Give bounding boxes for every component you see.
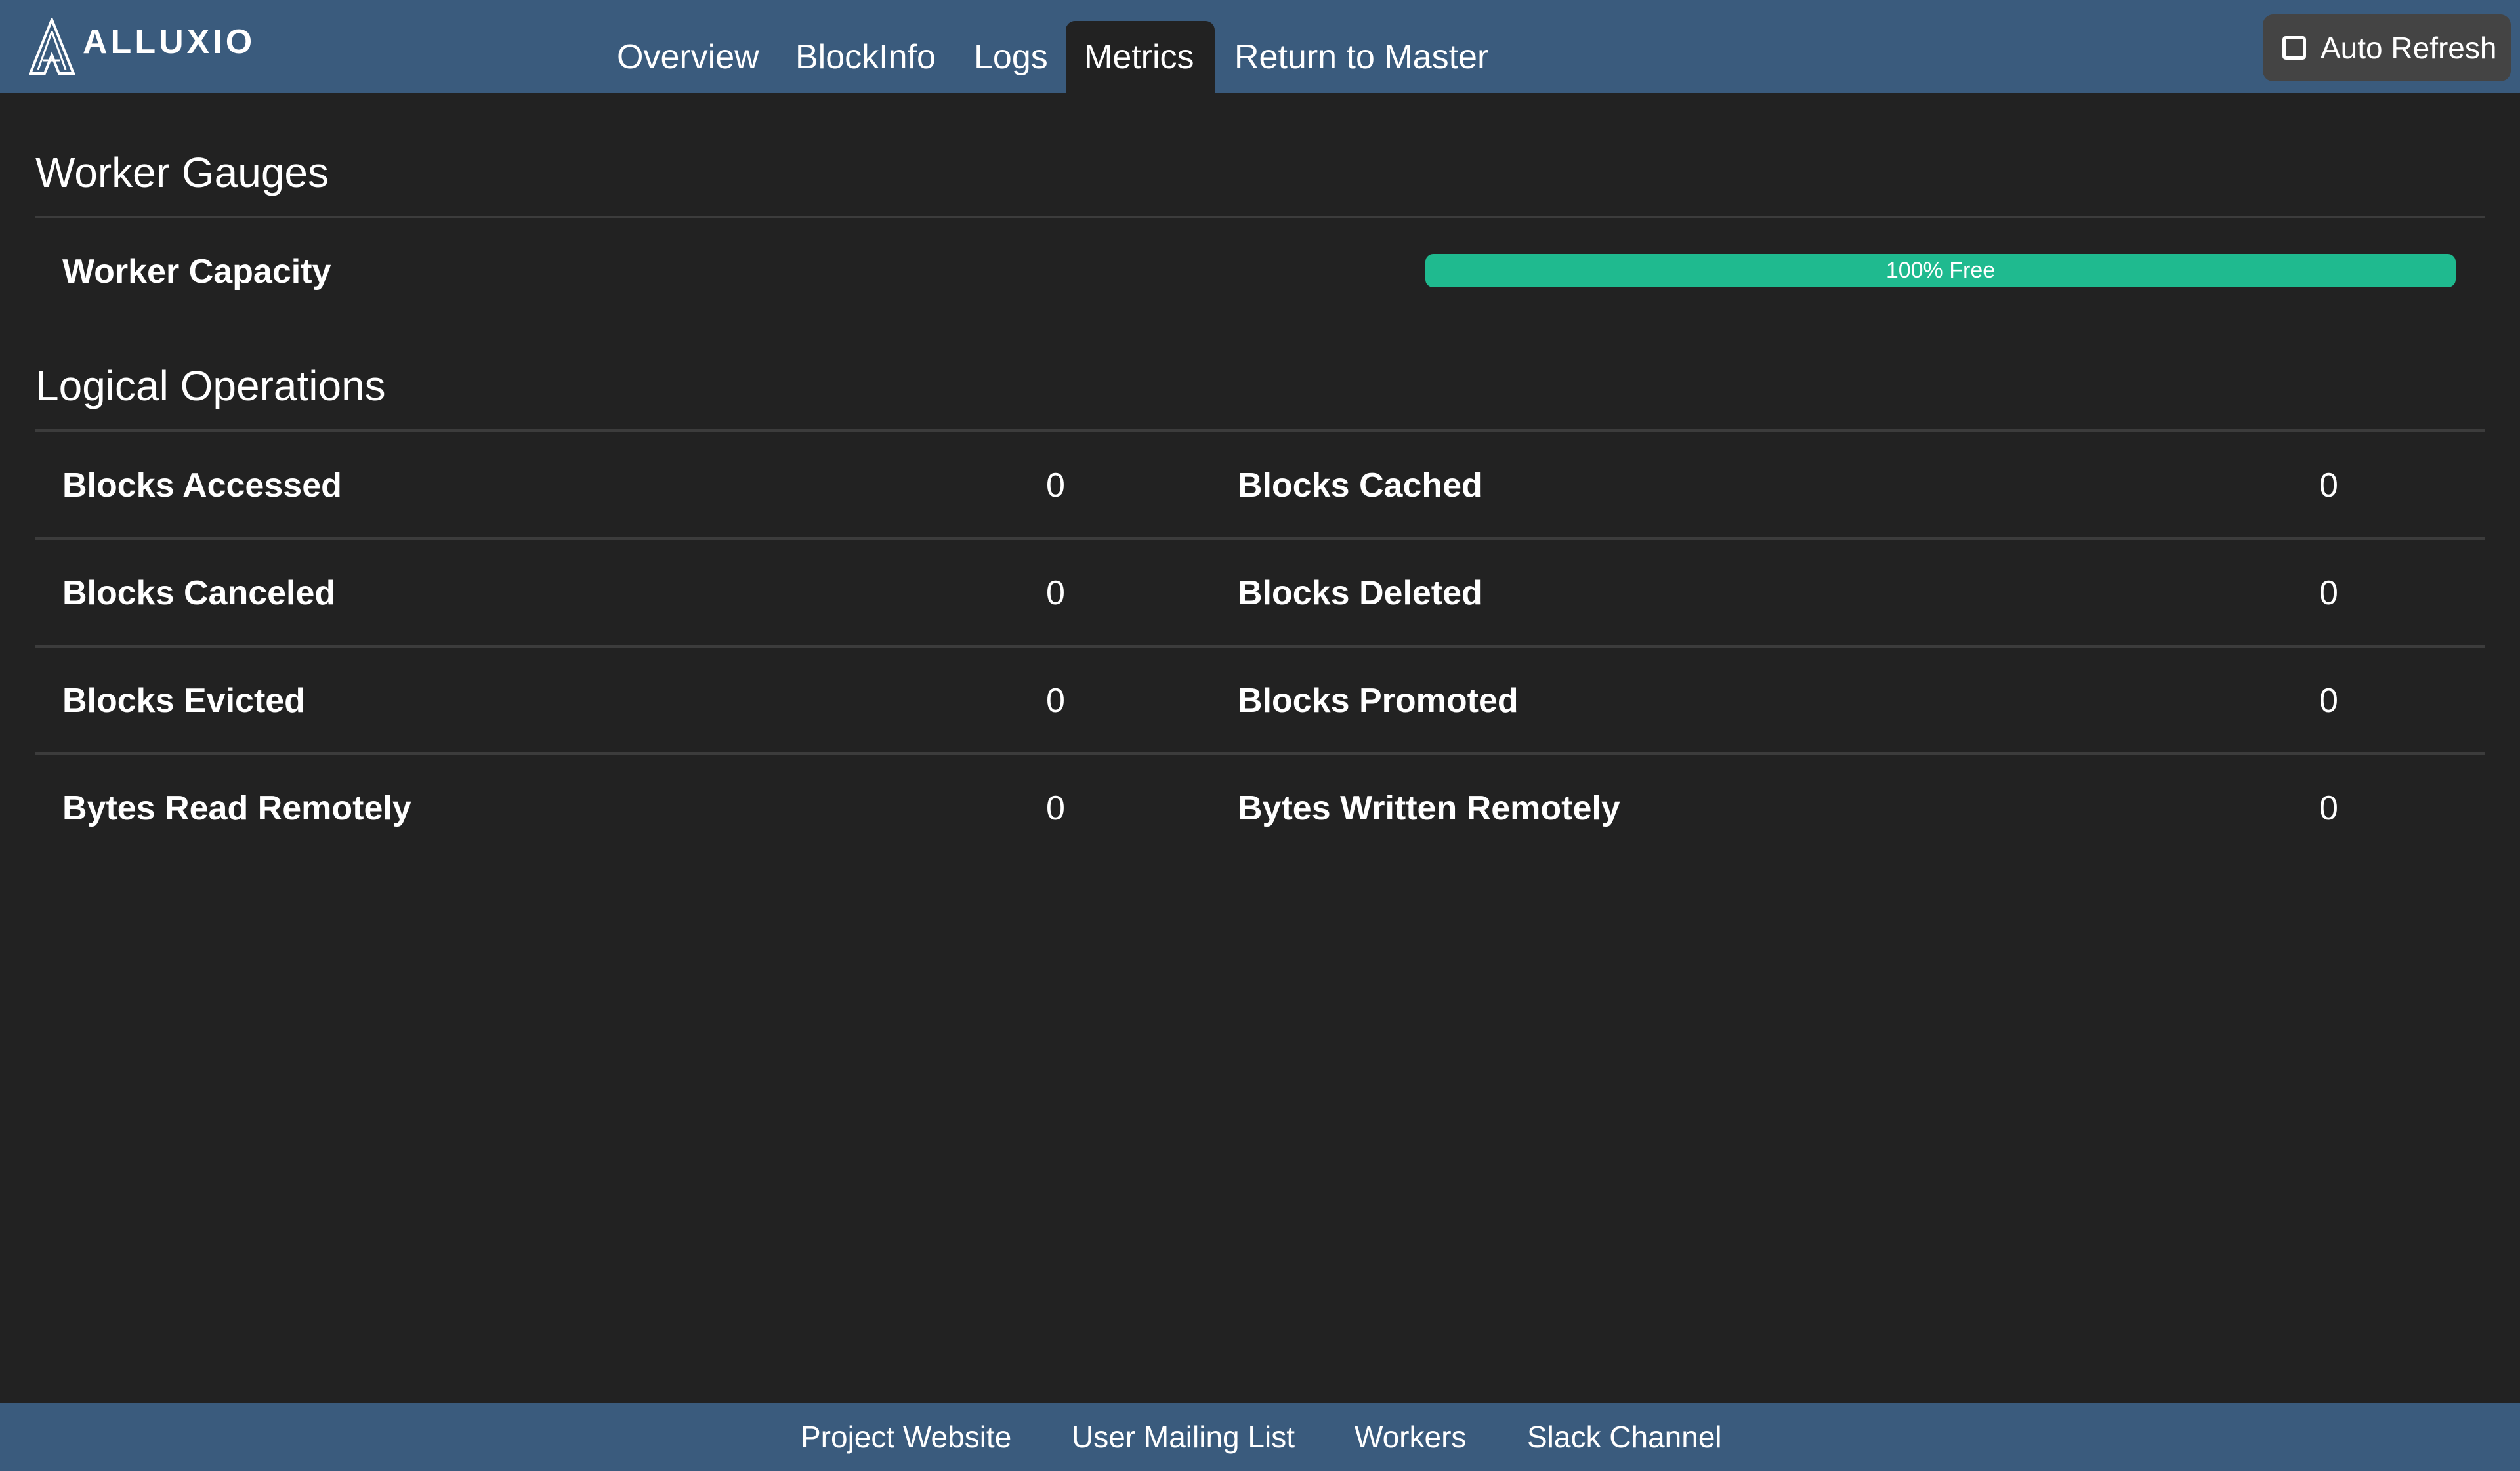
metric-value: 0 — [1046, 574, 1065, 612]
tab-metrics[interactable]: Metrics — [1066, 21, 1215, 93]
logical-operations-heading: Logical Operations — [35, 362, 386, 409]
footer-link-slack-channel[interactable]: Slack Channel — [1527, 1403, 1722, 1471]
metric-label: Blocks Evicted — [62, 682, 305, 720]
metric-value: 0 — [1046, 789, 1065, 827]
row-divider — [35, 752, 2485, 755]
metric-value: 0 — [2319, 789, 2338, 827]
alluxio-logo[interactable]: ALLUXIO — [29, 18, 255, 75]
metric-label: Blocks Promoted — [1238, 682, 1519, 720]
metric-value: 0 — [2319, 682, 2338, 720]
footer-link-project-website[interactable]: Project Website — [801, 1403, 1011, 1471]
metric-label: Blocks Deleted — [1238, 574, 1482, 612]
row-divider — [35, 645, 2485, 648]
metric-label: Blocks Canceled — [62, 574, 336, 612]
tab-return-to-master[interactable]: Return to Master — [1216, 21, 1507, 93]
metric-label: Blocks Cached — [1238, 466, 1482, 505]
logo-text: ALLUXIO — [83, 23, 256, 61]
metric-value: 0 — [2319, 466, 2338, 505]
metric-value: 0 — [1046, 682, 1065, 720]
alluxio-logo-icon — [29, 18, 75, 75]
worker-capacity-progress-bar: 100% Free — [1425, 254, 2456, 287]
worker-gauges-heading: Worker Gauges — [35, 149, 329, 196]
row-divider — [35, 537, 2485, 540]
metric-label: Blocks Accessed — [62, 466, 342, 505]
worker-capacity-label: Worker Capacity — [62, 253, 331, 291]
tab-overview[interactable]: Overview — [598, 21, 778, 93]
metric-label: Bytes Read Remotely — [62, 789, 411, 827]
checkbox-icon[interactable] — [2282, 36, 2306, 60]
auto-refresh-toggle[interactable]: Auto Refresh — [2263, 14, 2511, 81]
footer: Project Website User Mailing List Worker… — [0, 1403, 2520, 1471]
footer-link-workers[interactable]: Workers — [1354, 1403, 1466, 1471]
metric-value: 0 — [2319, 574, 2338, 612]
metric-value: 0 — [1046, 466, 1065, 505]
progress-fill: 100% Free — [1425, 254, 2456, 287]
divider — [35, 216, 2485, 218]
auto-refresh-label: Auto Refresh — [2320, 31, 2497, 65]
tab-blockinfo[interactable]: BlockInfo — [777, 21, 954, 93]
tab-logs[interactable]: Logs — [956, 21, 1066, 93]
divider — [35, 429, 2485, 432]
top-navbar: ALLUXIO Overview BlockInfo Logs Metrics … — [0, 0, 2520, 93]
metric-label: Bytes Written Remotely — [1238, 789, 1620, 827]
footer-link-user-mailing-list[interactable]: User Mailing List — [1072, 1403, 1295, 1471]
